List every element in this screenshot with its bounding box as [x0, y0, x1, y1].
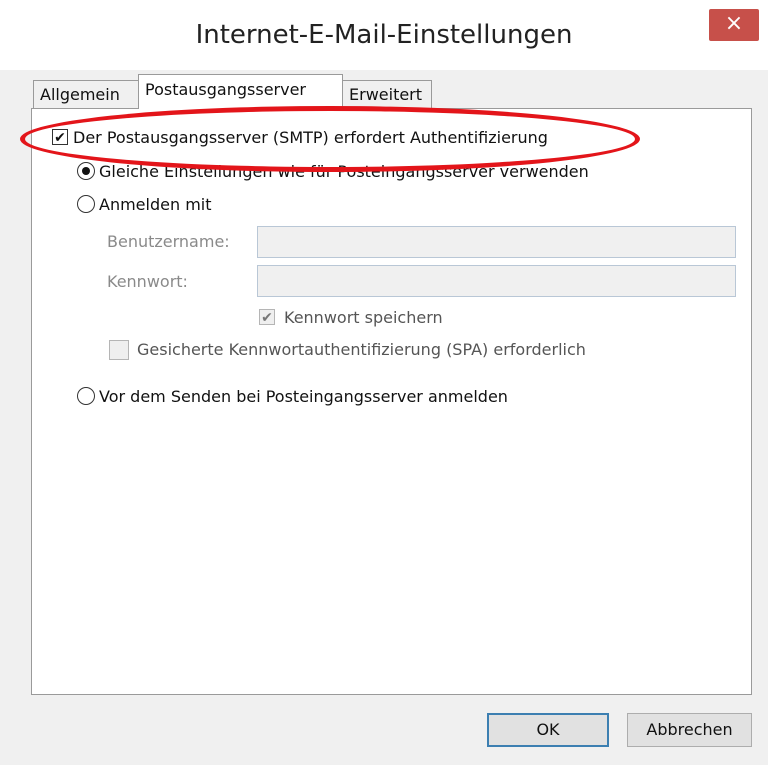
save-password-label: Kennwort speichern [284, 308, 443, 327]
radio-selected-dot [82, 167, 90, 175]
tab-erweitert[interactable]: Erweitert [342, 80, 432, 108]
cancel-button[interactable]: Abbrechen [627, 713, 752, 747]
close-icon: × [724, 11, 744, 36]
password-field[interactable] [257, 265, 736, 297]
close-button[interactable]: × [709, 9, 759, 41]
login-before-send-radio[interactable] [77, 387, 95, 405]
dialog-window: Internet-E-Mail-Einstellungen × Allgemei… [0, 0, 768, 765]
username-label: Benutzername: [107, 232, 230, 251]
title-bar: Internet-E-Mail-Einstellungen × [0, 0, 768, 70]
login-before-send-label: Vor dem Senden bei Posteingangsserver an… [99, 387, 508, 406]
spa-label: Gesicherte Kennwortauthentifizierung (SP… [137, 340, 586, 359]
requires-auth-checkbox[interactable]: ✔ [52, 129, 68, 145]
checkmark-icon: ✔ [54, 129, 66, 145]
login-with-radio[interactable] [77, 195, 95, 213]
login-with-label: Anmelden mit [99, 195, 212, 214]
save-password-checkbox[interactable]: ✔ [259, 309, 275, 325]
same-settings-radio[interactable] [77, 162, 95, 180]
username-field[interactable] [257, 226, 736, 258]
requires-auth-label: Der Postausgangsserver (SMTP) erfordert … [73, 128, 548, 147]
same-settings-label: Gleiche Einstellungen wie für Posteingan… [99, 162, 589, 181]
tab-postausgangsserver[interactable]: Postausgangsserver [138, 74, 343, 109]
tab-allgemein[interactable]: Allgemein [33, 80, 139, 108]
dialog-title: Internet-E-Mail-Einstellungen [195, 20, 573, 50]
spa-checkbox[interactable] [109, 340, 129, 360]
checkmark-icon: ✔ [261, 309, 273, 325]
ok-button[interactable]: OK [487, 713, 609, 747]
password-label: Kennwort: [107, 272, 188, 291]
